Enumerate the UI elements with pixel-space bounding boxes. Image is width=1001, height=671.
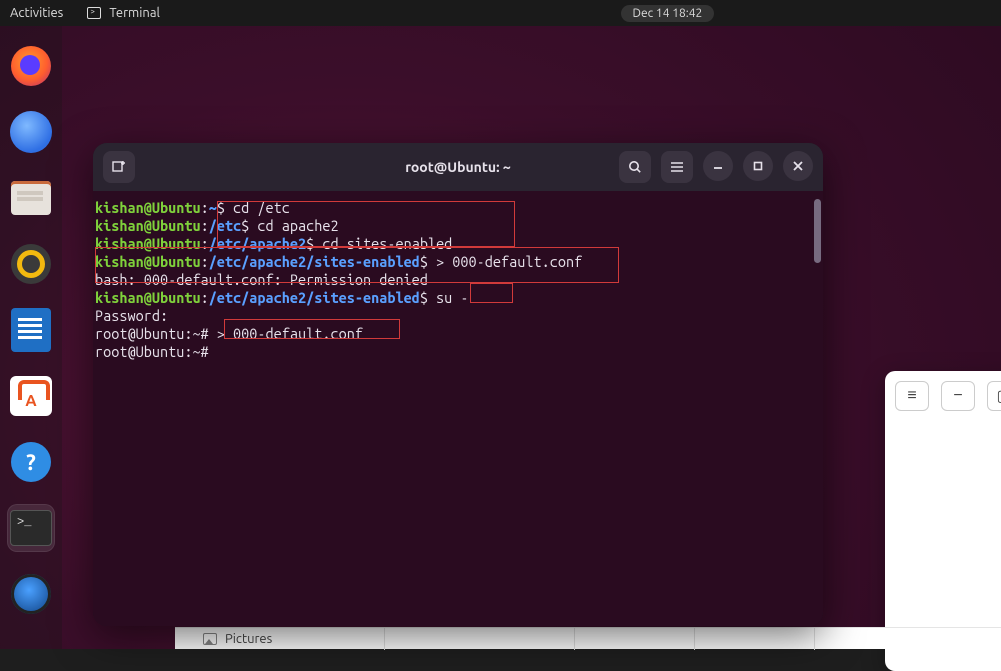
files-icon[interactable] — [7, 174, 55, 222]
firefox-icon[interactable] — [7, 42, 55, 90]
terminal-line: kishan@Ubuntu:/etc$ cd apache2 — [93, 217, 823, 235]
app-indicator-label: Terminal — [109, 6, 160, 20]
bg-maximize-button[interactable]: ▢ — [987, 381, 1001, 411]
maximize-button[interactable] — [743, 151, 773, 181]
terminal-line: kishan@Ubuntu:~$ cd /etc — [93, 199, 823, 217]
files-cell-empty-3 — [695, 628, 815, 650]
terminal-icon[interactable] — [7, 504, 55, 552]
search-button[interactable] — [619, 151, 651, 183]
files-row-peek[interactable]: Pictures — [175, 627, 1001, 649]
clock[interactable]: Dec 14 18:42 — [621, 5, 715, 22]
close-button[interactable] — [783, 151, 813, 181]
terminal-line: bash: 000-default.conf: Permission denie… — [93, 271, 823, 289]
thunderbird-icon[interactable] — [7, 108, 55, 156]
desktop: ? ≡ − ▢ Pictures root@Ubuntu: ~ — [0, 26, 1001, 649]
software-icon[interactable] — [7, 372, 55, 420]
files-cell-empty-2 — [575, 628, 695, 650]
terminal-indicator-icon — [87, 7, 101, 19]
hamburger-button[interactable] — [661, 151, 693, 183]
terminal-line: root@Ubuntu:~# > 000-default.conf — [93, 325, 823, 343]
terminal-body[interactable]: kishan@Ubuntu:~$ cd /etckishan@Ubuntu:/e… — [93, 191, 823, 626]
pictures-folder-icon — [203, 633, 217, 645]
help-icon[interactable]: ? — [7, 438, 55, 486]
terminal-line: root@Ubuntu:~# — [93, 343, 823, 361]
minimize-icon — [711, 159, 725, 173]
background-files-window[interactable]: ≡ − ▢ — [885, 371, 1001, 671]
terminal-line: kishan@Ubuntu:/etc/apache2/sites-enabled… — [93, 253, 823, 271]
terminal-header[interactable]: root@Ubuntu: ~ — [93, 143, 823, 191]
close-icon — [791, 159, 805, 173]
minimize-button[interactable] — [703, 151, 733, 181]
writer-icon[interactable] — [7, 306, 55, 354]
app-indicator[interactable]: Terminal — [87, 6, 160, 20]
dock: ? — [0, 26, 62, 649]
files-cell-label: Pictures — [225, 632, 272, 646]
files-cell-pictures[interactable]: Pictures — [195, 628, 385, 650]
bg-minimize-button[interactable]: − — [941, 381, 975, 411]
new-tab-button[interactable] — [103, 151, 135, 183]
new-tab-icon — [111, 159, 127, 175]
top-bar: Activities Terminal Dec 14 18:42 — [0, 0, 1001, 26]
scrollbar-thumb[interactable] — [814, 199, 821, 263]
files-cell-empty-1 — [385, 628, 575, 650]
hamburger-icon — [669, 159, 685, 175]
terminal-line: kishan@Ubuntu:/etc/apache2/sites-enabled… — [93, 289, 823, 307]
search-icon — [627, 159, 643, 175]
terminal-line: kishan@Ubuntu:/etc/apache2$ cd sites-ena… — [93, 235, 823, 253]
activities-button[interactable]: Activities — [10, 6, 63, 20]
bg-hamburger-button[interactable]: ≡ — [895, 381, 929, 411]
terminal-line: Password: — [93, 307, 823, 325]
maximize-icon — [751, 159, 765, 173]
camera-icon[interactable] — [7, 570, 55, 618]
terminal-window[interactable]: root@Ubuntu: ~ kisha — [93, 143, 823, 626]
rhythmbox-icon[interactable] — [7, 240, 55, 288]
